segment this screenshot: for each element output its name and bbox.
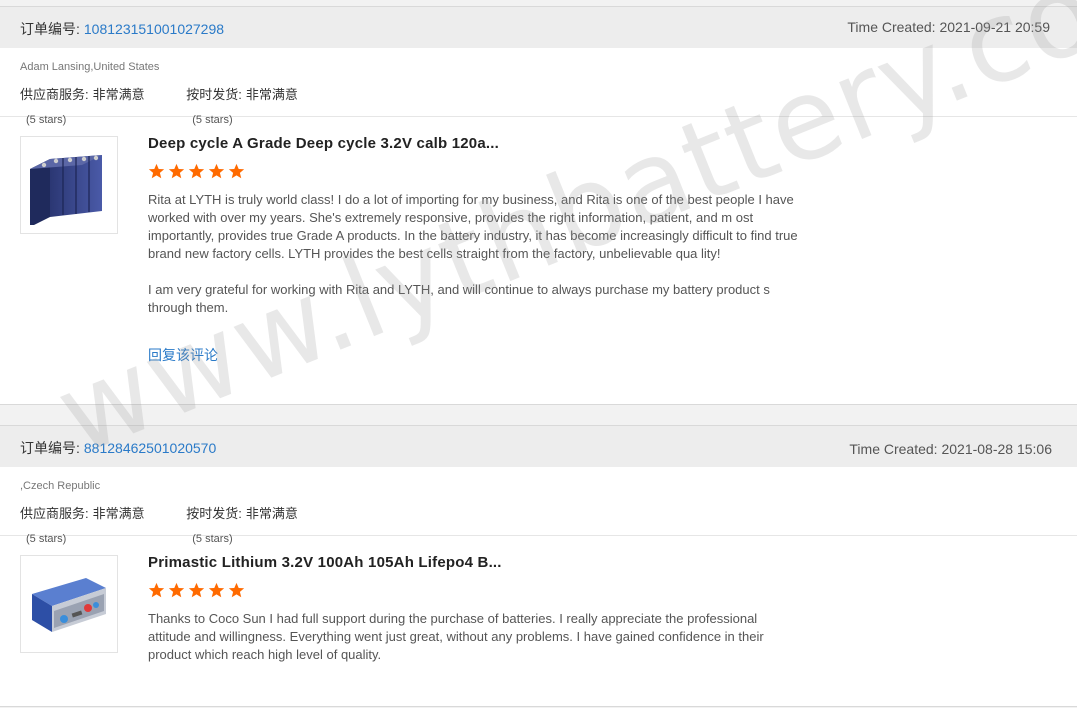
order-number-link[interactable]: 88128462501020570 [84, 440, 216, 456]
buyer-name: ,Czech Republic [20, 480, 101, 492]
review-stars [148, 582, 798, 600]
star-icon [168, 163, 185, 179]
supplier-service-value: 非常满意 [92, 506, 145, 521]
review-body: Primastic Lithium 3.2V 100Ah 105Ah Lifep… [148, 554, 798, 682]
shipping-rating: 按时发货: 非常满意 (5 stars) [186, 84, 298, 132]
reply-to-review-link[interactable]: 回复该评论 [148, 345, 218, 365]
review-card: 订单编号: 88128462501020570 Time Created: 202… [0, 425, 1077, 707]
battery-cell-image [32, 578, 106, 632]
seller-ratings: 供应商服务: 非常满意 (5 stars) 按时发货: 非常满意 (5 stars) [20, 84, 336, 132]
order-number-link[interactable]: 108123151001027298 [84, 21, 224, 37]
product-title[interactable]: Primastic Lithium 3.2V 100Ah 105Ah Lifep… [148, 554, 798, 571]
shipping-stars: (5 stars) [192, 114, 233, 126]
review-text: Rita at LYTH is truly world class! I do … [148, 191, 798, 317]
star-icon [148, 582, 165, 598]
product-title[interactable]: Deep cycle A Grade Deep cycle 3.2V calb … [148, 135, 798, 152]
supplier-service-label: 供应商服务: [20, 506, 89, 521]
star-icon [228, 163, 245, 179]
review-meta: Adam Lansing,United States 供应商服务: 非常满意 (5 … [0, 48, 1077, 126]
supplier-service-stars: (5 stars) [26, 114, 67, 126]
order-info: 订单编号: 88128462501020570 [20, 438, 216, 458]
product-image[interactable] [20, 555, 118, 653]
star-icon [188, 163, 205, 179]
time-created: Time Created: 2021-08-28 15:06 [849, 441, 1052, 457]
review-paragraph: I am very grateful for working with Rita… [148, 282, 770, 315]
shipping-label: 按时发货: [186, 87, 242, 102]
battery-pack-image [30, 155, 102, 225]
shipping-label: 按时发货: [186, 506, 242, 521]
review-paragraph: Rita at LYTH is truly world class! I do … [148, 192, 798, 261]
shipping-value: 非常满意 [245, 87, 298, 102]
review-header: 订单编号: 108123151001027298 Time Created: 20… [0, 7, 1077, 48]
supplier-service-stars: (5 stars) [26, 533, 67, 545]
seller-ratings: 供应商服务: 非常满意 (5 stars) 按时发货: 非常满意 (5 stars) [20, 503, 336, 551]
shipping-value: 非常满意 [245, 506, 298, 521]
order-label: 订单编号: [20, 440, 80, 456]
review-stars [148, 163, 798, 181]
time-created: Time Created: 2021-09-21 20:59 [847, 19, 1050, 35]
shipping-rating: 按时发货: 非常满意 (5 stars) [186, 503, 298, 551]
star-icon [188, 582, 205, 598]
shipping-stars: (5 stars) [192, 533, 233, 545]
order-label: 订单编号: [20, 21, 80, 37]
review-body: Deep cycle A Grade Deep cycle 3.2V calb … [148, 135, 798, 365]
supplier-service-rating: 供应商服务: 非常满意 (5 stars) [20, 84, 145, 132]
star-icon [208, 582, 225, 598]
supplier-service-label: 供应商服务: [20, 87, 89, 102]
review-header: 订单编号: 88128462501020570 Time Created: 202… [0, 426, 1077, 467]
review-text: Thanks to Coco Sun I had full support du… [148, 610, 798, 664]
supplier-service-value: 非常满意 [92, 87, 145, 102]
product-image[interactable] [20, 136, 118, 234]
star-icon [148, 163, 165, 179]
buyer-name: Adam Lansing,United States [20, 61, 160, 73]
order-info: 订单编号: 108123151001027298 [20, 19, 224, 39]
review-card: 订单编号: 108123151001027298 Time Created: 20… [0, 6, 1077, 405]
review-meta: ,Czech Republic 供应商服务: 非常满意 (5 stars) 按时发货… [0, 467, 1077, 545]
star-icon [208, 163, 225, 179]
supplier-service-rating: 供应商服务: 非常满意 (5 stars) [20, 503, 145, 551]
star-icon [168, 582, 185, 598]
review-paragraph: Thanks to Coco Sun I had full support du… [148, 611, 764, 662]
star-icon [228, 582, 245, 598]
